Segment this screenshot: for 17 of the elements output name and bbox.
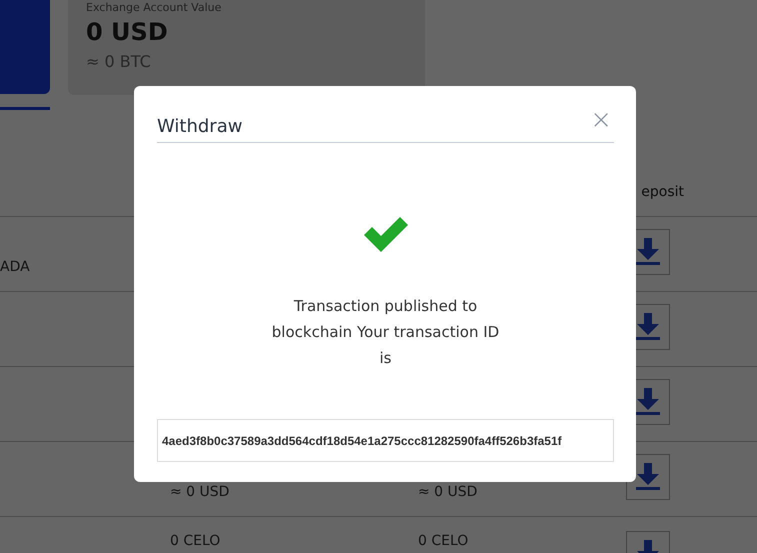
card-title: Exchange Account Value — [86, 1, 222, 14]
table-cell: 0 CELO — [170, 533, 220, 549]
transaction-id-field[interactable]: 4aed3f8b0c37589a3dd564cdf18d54e1a275ccc81282590fa4ff526b3fa51f — [157, 419, 614, 462]
download-icon — [633, 388, 663, 416]
table-cell: 0 CELO — [418, 533, 468, 549]
account-value: 0 USD — [86, 18, 169, 46]
table-cell: ADA — [0, 259, 30, 275]
download-icon — [633, 238, 663, 266]
deposit-button[interactable] — [626, 454, 670, 500]
download-icon — [633, 463, 663, 491]
download-icon — [633, 313, 663, 341]
dialog-title: Withdraw — [157, 116, 242, 137]
column-header: eposit — [641, 184, 684, 200]
checkmark-icon — [362, 217, 410, 253]
success-message: Transaction published to blockchain Your transaction ID is — [270, 296, 500, 369]
table-cell: ≈ 0 USD — [170, 484, 230, 500]
table-cell: ≈ 0 USD — [418, 484, 478, 500]
